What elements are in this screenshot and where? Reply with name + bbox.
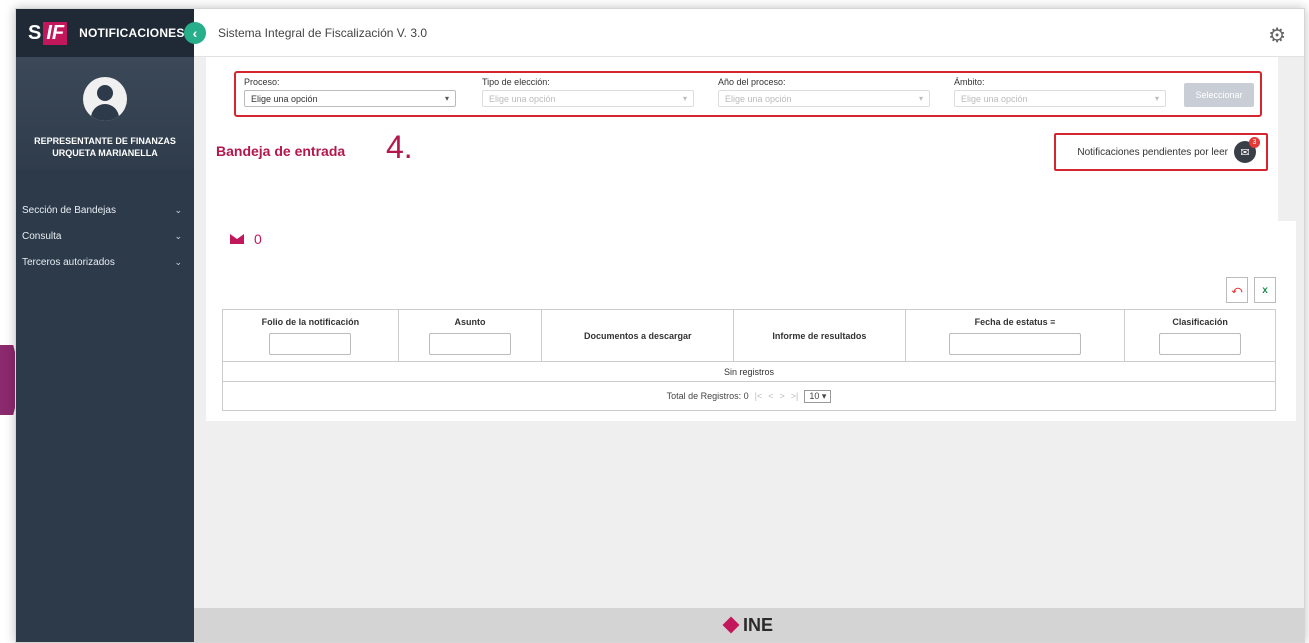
filter-ambito: Ámbito: Elige una opción ▾ — [954, 77, 1166, 107]
page-title: Bandeja de entrada — [216, 143, 346, 159]
sidebar-menu: Sección de Bandejas ⌄ Consulta ⌄ Tercero… — [16, 197, 194, 275]
topbar: Sistema Integral de Fiscalización V. 3.0… — [194, 9, 1304, 57]
collapse-sidebar-button[interactable]: ‹ — [184, 22, 206, 44]
total-records: Total de Registros: 0 — [666, 391, 749, 401]
empty-row: Sin registros — [223, 362, 1275, 382]
chevron-down-icon: ▾ — [918, 94, 923, 103]
sidebar-item-consulta[interactable]: Consulta ⌄ — [16, 223, 194, 249]
filter-label: Ámbito: — [954, 77, 985, 87]
filter-label: Tipo de elección: — [482, 77, 550, 87]
sort-icon[interactable]: ≡ — [1050, 317, 1055, 327]
sidebar: S IF NOTIFICACIONES ‹ REPRESENTANTE DE FI… — [16, 9, 206, 642]
col-folio: Folio de la notificación — [223, 310, 399, 361]
pending-notifications[interactable]: Notificaciones pendientes por leer ✉ 3 — [1054, 133, 1268, 171]
chevron-down-icon: ▾ — [1154, 94, 1159, 103]
step-marker: 4. — [386, 129, 413, 165]
sidebar-item-label: Consulta — [22, 230, 62, 242]
mail-count: 0 — [230, 231, 262, 247]
notifications-table: Folio de la notificación Asunto Document… — [222, 309, 1276, 411]
filter-tipo: Tipo de elección: Elige una opción ▾ — [482, 77, 694, 107]
anio-select[interactable]: Elige una opción ▾ — [718, 90, 930, 107]
filter-proceso: Proceso: Elige una opción ▾ — [244, 77, 456, 107]
app-window: S IF NOTIFICACIONES ‹ REPRESENTANTE DE FI… — [15, 8, 1305, 643]
bell-icon[interactable]: ✉ 3 — [1234, 137, 1260, 163]
sidebar-item-label: Sección de Bandejas — [22, 204, 116, 216]
sif-logo: S IF — [28, 21, 68, 45]
sidebar-item-label: Terceros autorizados — [22, 256, 115, 268]
fecha-filter-input[interactable] — [949, 333, 1081, 355]
excel-export-icon[interactable]: x — [1254, 277, 1276, 303]
table-header: Folio de la notificación Asunto Document… — [223, 310, 1275, 362]
pdf-export-icon[interactable]: ⤺ — [1226, 277, 1248, 303]
footer: INE — [194, 608, 1304, 642]
user-profile: REPRESENTANTE DE FINANZAS URQUETA MARIAN… — [16, 57, 194, 169]
prev-page-icon[interactable]: < — [768, 391, 773, 401]
filter-label: Año del proceso: — [718, 77, 786, 87]
pagination: Total de Registros: 0 |< < > >| 10 ▾ — [223, 382, 1275, 410]
folio-filter-input[interactable] — [269, 333, 352, 355]
avatar — [83, 77, 127, 121]
envelope-icon — [230, 234, 244, 244]
app-name: NOTIFICACIONES — [79, 26, 185, 40]
next-page-icon[interactable]: > — [780, 391, 785, 401]
chevron-down-icon: ⌄ — [174, 204, 182, 215]
tipo-select[interactable]: Elige una opción ▾ — [482, 90, 694, 107]
user-role: REPRESENTANTE DE FINANZAS — [34, 136, 176, 146]
pending-label: Notificaciones pendientes por leer — [1077, 146, 1228, 158]
system-title: Sistema Integral de Fiscalización V. 3.0 — [218, 25, 427, 40]
ine-logo: INE — [722, 615, 773, 636]
first-page-icon[interactable]: |< — [755, 391, 763, 401]
page-size-select[interactable]: 10 ▾ — [804, 389, 832, 403]
sidebar-item-bandejas[interactable]: Sección de Bandejas ⌄ — [16, 197, 194, 223]
inbox-card: 0 ⤺ x Folio de la notificación Asunto Do… — [206, 221, 1296, 421]
chevron-down-icon: ⌄ — [174, 230, 182, 241]
select-button[interactable]: Seleccionar — [1184, 83, 1254, 107]
col-documentos: Documentos a descargar — [542, 310, 735, 361]
sidebar-item-terceros[interactable]: Terceros autorizados ⌄ — [16, 249, 194, 275]
filter-highlight: Proceso: Elige una opción ▾ Tipo de elec… — [234, 71, 1262, 117]
filter-card: Proceso: Elige una opción ▾ Tipo de elec… — [206, 57, 1278, 229]
proceso-select[interactable]: Elige una opción ▾ — [244, 90, 456, 107]
filter-label: Proceso: — [244, 77, 280, 87]
asunto-filter-input[interactable] — [429, 333, 512, 355]
avatar-head — [97, 85, 113, 101]
user-name: URQUETA MARIANELLA — [52, 148, 158, 158]
col-informe: Informe de resultados — [734, 310, 906, 361]
pending-count-badge: 3 — [1249, 137, 1260, 148]
filter-anio: Año del proceso: Elige una opción ▾ — [718, 77, 930, 107]
col-clasificacion: Clasificación — [1125, 310, 1275, 361]
chevron-left-icon: ‹ — [192, 25, 198, 41]
chevron-down-icon: ⌄ — [174, 256, 182, 267]
chevron-down-icon: ▾ — [444, 94, 449, 103]
ine-diamond-icon — [722, 616, 740, 634]
ambito-select[interactable]: Elige una opción ▾ — [954, 90, 1166, 107]
sidebar-header: S IF NOTIFICACIONES ‹ — [16, 9, 206, 57]
col-asunto: Asunto — [399, 310, 543, 361]
col-fecha: Fecha de estatus ≡ — [906, 310, 1126, 361]
clasificacion-filter-input[interactable] — [1159, 333, 1242, 355]
export-buttons: ⤺ x — [1226, 277, 1276, 303]
gear-icon[interactable]: ⚙ — [1268, 23, 1286, 48]
chevron-down-icon: ▾ — [682, 94, 687, 103]
last-page-icon[interactable]: >| — [791, 391, 799, 401]
avatar-body — [91, 104, 119, 121]
